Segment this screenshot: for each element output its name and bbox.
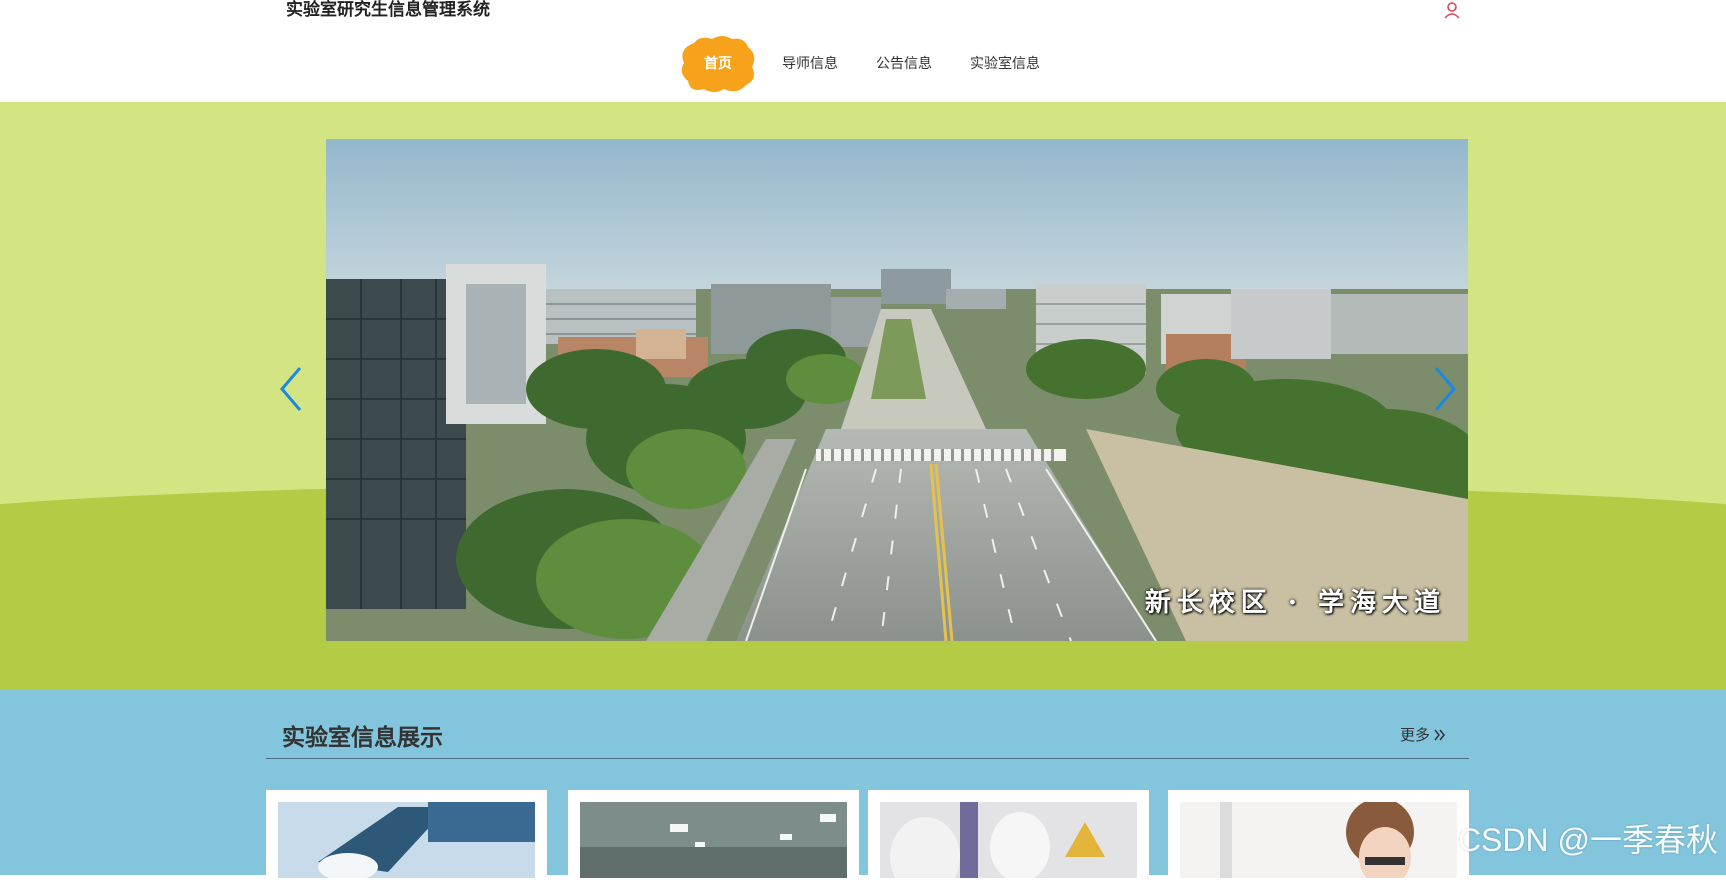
lab-info-section: 实验室信息展示 更多 CSDN @一季春秋 [0,690,1726,890]
nav-label: 首页 [704,55,732,71]
banner-next-button[interactable] [1430,364,1460,414]
lab-card[interactable] [868,790,1149,890]
lab-card[interactable] [568,790,859,890]
banner-caption: 新长校区 · 学海大道 [1144,588,1446,618]
main-nav: 首页 导师信息 公告信息 实验室信息 [680,34,1078,92]
lab-card-image [1180,802,1457,878]
section-divider [266,758,1469,759]
double-chevron-right-icon [1434,729,1446,741]
lab-card[interactable] [1168,790,1469,890]
banner-prev-button[interactable] [276,364,306,414]
nav-item-lab-info[interactable]: 实验室信息 [970,35,1040,91]
lab-card-list [266,790,1469,890]
lab-card-image [278,802,535,878]
lab-card[interactable] [266,790,547,890]
nav-item-notice-info[interactable]: 公告信息 [876,35,932,91]
lab-card-image [880,802,1137,878]
site-title: 实验室研究生信息管理系统 [286,0,490,19]
banner-slide[interactable]: 新长校区 · 学海大道 [326,139,1468,641]
more-label: 更多 [1400,727,1431,744]
more-link[interactable]: 更多 [1400,724,1446,745]
campus-photo [326,139,1468,641]
header: 实验室研究生信息管理系统 首页 导师信息 公告信息 实验室信息 [0,0,1726,102]
banner: 新长校区 · 学海大道 [0,102,1726,690]
user-icon[interactable] [1442,0,1462,20]
nav-item-home[interactable]: 首页 [680,35,756,92]
lab-card-image [580,802,847,878]
chevron-right-icon [1434,367,1456,411]
chevron-left-icon [280,367,302,411]
nav-item-tutor-info[interactable]: 导师信息 [782,35,838,91]
section-title: 实验室信息展示 [282,724,443,750]
watermark: CSDN @一季春秋 [1457,822,1718,858]
